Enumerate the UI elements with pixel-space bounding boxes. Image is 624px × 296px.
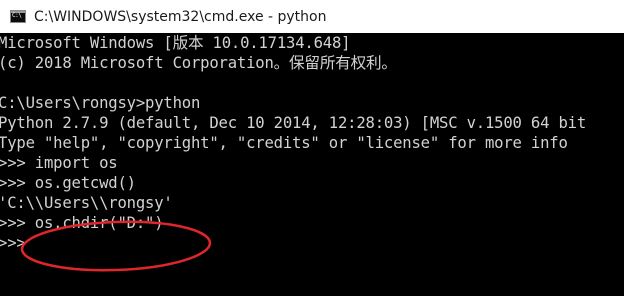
console-line: 'C:\\Users\\rongsy': [0, 194, 173, 212]
console-line: Type "help", "copyright", "credits" or "…: [0, 134, 568, 152]
window-title: C:\WINDOWS\system32\cmd.exe - python: [34, 8, 327, 25]
console-line: >>> import os: [0, 154, 118, 172]
console-prompt[interactable]: >>>: [0, 233, 26, 253]
console-output[interactable]: Microsoft Windows [版本 10.0.17134.648] (c…: [0, 33, 624, 296]
cmd-icon: C:\: [10, 10, 26, 23]
console-line: >>> os.chdir("D:"): [0, 214, 164, 232]
console-line: C:\Users\rongsy>python: [0, 94, 201, 112]
title-bar[interactable]: C:\ C:\WINDOWS\system32\cmd.exe - python: [0, 0, 624, 33]
console-line: Microsoft Windows [版本 10.0.17134.648]: [0, 34, 351, 52]
cmd-window: C:\ C:\WINDOWS\system32\cmd.exe - python…: [0, 0, 624, 296]
console-line: (c) 2018 Microsoft Corporation。保留所有权利。: [0, 54, 397, 72]
console-line: Python 2.7.9 (default, Dec 10 2014, 12:2…: [0, 114, 587, 132]
console-line: >>> os.getcwd(): [0, 174, 136, 192]
